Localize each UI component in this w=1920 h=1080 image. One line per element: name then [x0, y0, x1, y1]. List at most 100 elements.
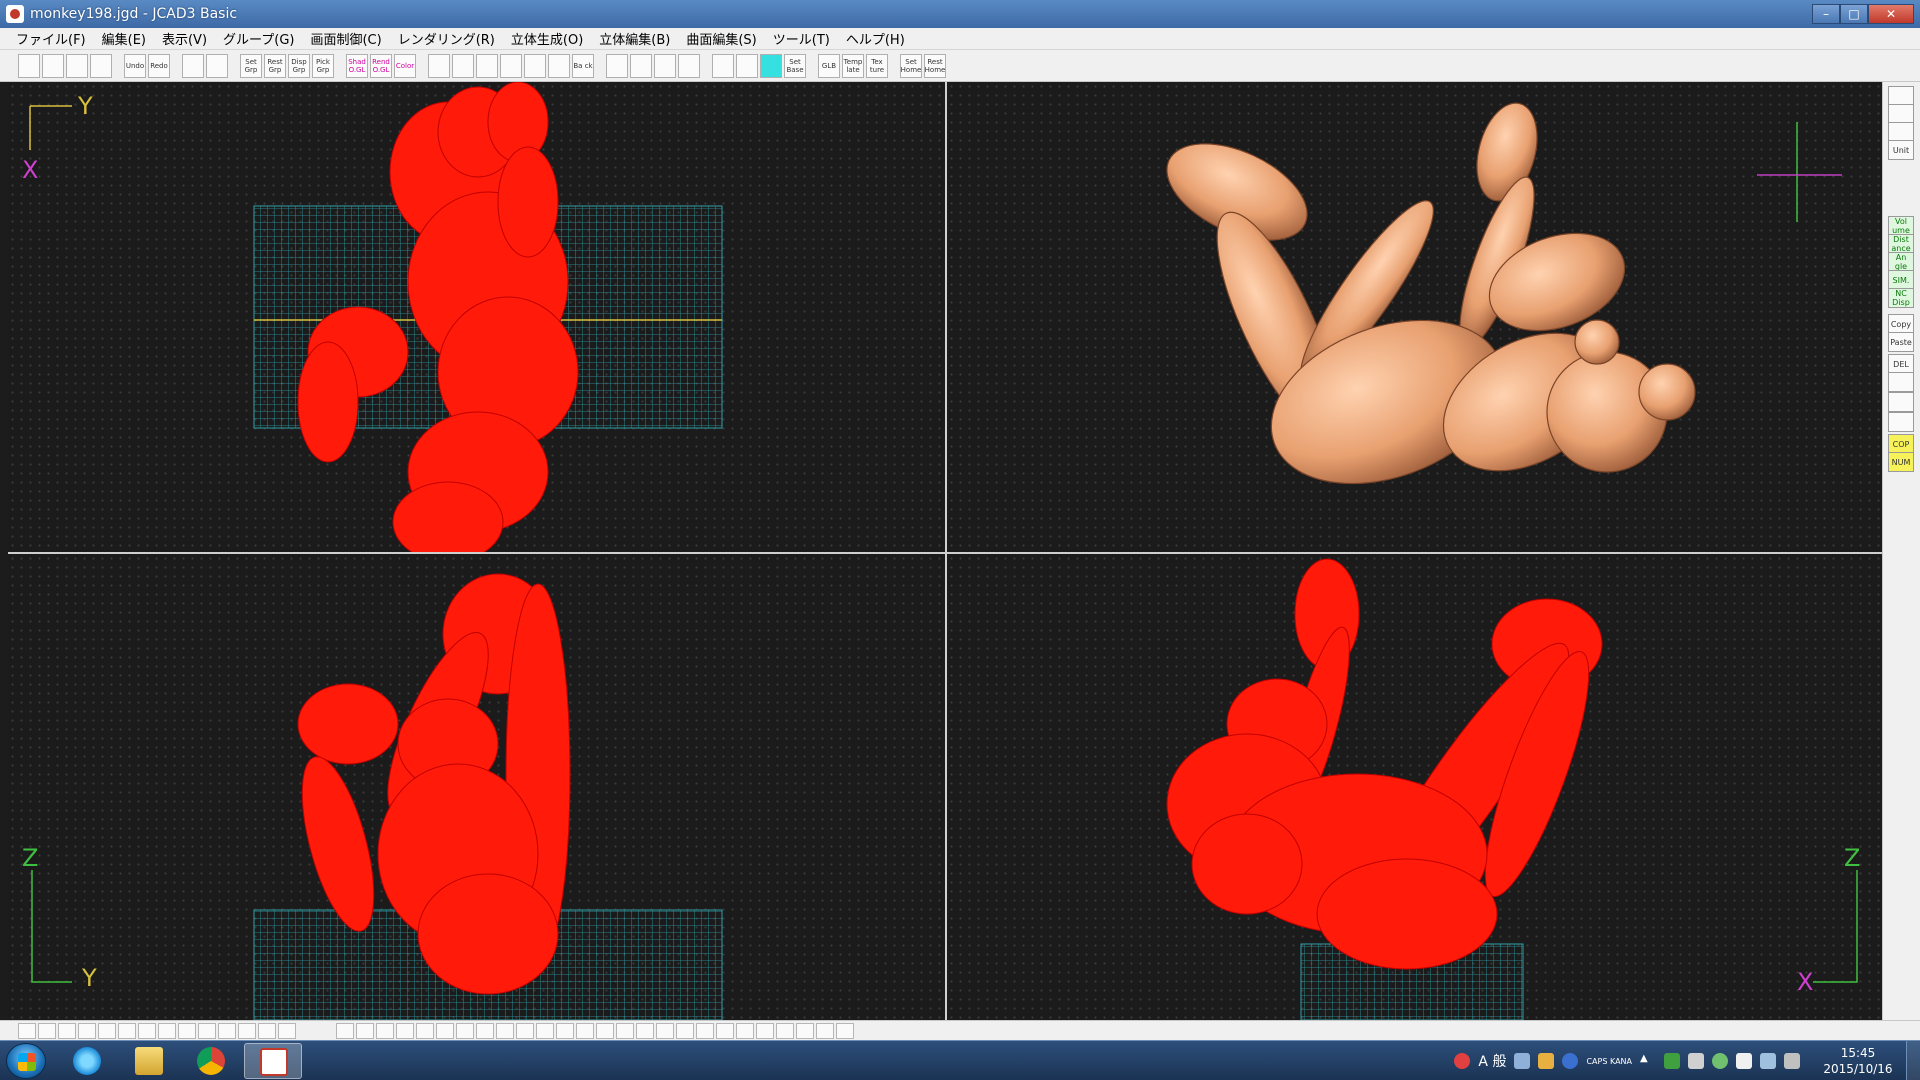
- nc-display-button[interactable]: NC Disp: [1888, 288, 1914, 308]
- bottom-tool-button[interactable]: [796, 1023, 814, 1039]
- bottom-tool-button[interactable]: [118, 1023, 136, 1039]
- bottom-tool-button[interactable]: [78, 1023, 96, 1039]
- clock[interactable]: 15:45 2015/10/16: [1810, 1045, 1906, 1077]
- print-button[interactable]: [90, 53, 112, 78]
- menu-solid-edit[interactable]: 立体編集(B): [591, 29, 678, 48]
- bottom-tool-button[interactable]: [336, 1023, 354, 1039]
- bottom-tool-button[interactable]: [616, 1023, 634, 1039]
- nvidia-icon[interactable]: [1664, 1053, 1680, 1069]
- volume-icon[interactable]: [1784, 1053, 1800, 1069]
- bottom-tool-button[interactable]: [138, 1023, 156, 1039]
- bottom-tool-button[interactable]: [38, 1023, 56, 1039]
- tray-expand-icon[interactable]: ▲: [1640, 1053, 1656, 1069]
- bottom-tool-button[interactable]: [676, 1023, 694, 1039]
- taskbar-internet-explorer[interactable]: [58, 1043, 116, 1079]
- taskbar-jcad3[interactable]: [244, 1043, 302, 1079]
- bottom-tool-button[interactable]: [736, 1023, 754, 1039]
- bottom-tool-button[interactable]: [436, 1023, 454, 1039]
- set-base-button[interactable]: Set Base: [784, 53, 806, 78]
- render-opengl-button[interactable]: Rend O.GL: [370, 53, 392, 78]
- viewport-divider-vertical[interactable]: [945, 82, 947, 1020]
- eye-button[interactable]: [1888, 86, 1914, 106]
- bottom-tool-button[interactable]: [356, 1023, 374, 1039]
- action-center-flag-icon[interactable]: [1736, 1053, 1752, 1069]
- template-button[interactable]: Temp late: [842, 53, 864, 78]
- viewport-side[interactable]: Z X: [947, 554, 1882, 1020]
- sync-icon[interactable]: [1712, 1053, 1728, 1069]
- shade-opengl-button[interactable]: Shad O.GL: [346, 53, 368, 78]
- taskbar-file-explorer[interactable]: [120, 1043, 178, 1079]
- network-alert-icon[interactable]: [1454, 1053, 1471, 1069]
- maximize-button[interactable]: □: [1840, 4, 1868, 24]
- zoom-window-button[interactable]: [500, 53, 522, 78]
- set-home-button[interactable]: Set Home: [900, 53, 922, 78]
- menu-edit[interactable]: 編集(E): [94, 29, 154, 48]
- bottom-tool-button[interactable]: [238, 1023, 256, 1039]
- global-button[interactable]: GLB: [818, 53, 840, 78]
- list-button[interactable]: [1888, 372, 1914, 392]
- redo-button[interactable]: Redo: [148, 53, 170, 78]
- pan-hand-button[interactable]: [548, 53, 570, 78]
- zoom-fit-button[interactable]: [476, 53, 498, 78]
- camera-button[interactable]: [1888, 104, 1914, 124]
- distance-button[interactable]: Dist ance: [1888, 234, 1914, 254]
- bottom-tool-button[interactable]: [756, 1023, 774, 1039]
- color-button[interactable]: Color: [394, 53, 416, 78]
- bottom-tool-button[interactable]: [18, 1023, 36, 1039]
- bottom-tool-button[interactable]: [516, 1023, 534, 1039]
- layers-button[interactable]: [1888, 122, 1914, 142]
- tree-button[interactable]: [1888, 392, 1914, 412]
- menu-tools[interactable]: ツール(T): [765, 29, 838, 48]
- rest-group-button[interactable]: Rest Grp: [264, 53, 286, 78]
- bottom-tool-button[interactable]: [816, 1023, 834, 1039]
- delete-button[interactable]: DEL: [1888, 354, 1914, 374]
- viewport-top[interactable]: Y X: [8, 82, 945, 552]
- zoom-all-button[interactable]: [524, 53, 546, 78]
- taskbar-chrome[interactable]: [182, 1043, 240, 1079]
- bottom-tool-button[interactable]: [556, 1023, 574, 1039]
- menu-surface-edit[interactable]: 曲面編集(S): [678, 29, 764, 48]
- bottom-tool-button[interactable]: [836, 1023, 854, 1039]
- bottom-tool-button[interactable]: [456, 1023, 474, 1039]
- bottom-tool-button[interactable]: [416, 1023, 434, 1039]
- bottom-tool-button[interactable]: [716, 1023, 734, 1039]
- bottom-tool-button[interactable]: [376, 1023, 394, 1039]
- volume-button[interactable]: Vol ume: [1888, 216, 1914, 236]
- windows-icon[interactable]: [1688, 1053, 1704, 1069]
- angle-button[interactable]: An gle: [1888, 252, 1914, 272]
- viewport-front[interactable]: Z Y: [8, 554, 945, 1020]
- zoom-red-in-button[interactable]: [606, 53, 628, 78]
- save-button[interactable]: [66, 53, 88, 78]
- menu-help[interactable]: ヘルプ(H): [838, 29, 913, 48]
- pick-group-button[interactable]: Pick Grp: [312, 53, 334, 78]
- zoom-in-button[interactable]: [428, 53, 450, 78]
- ime-tool-icon[interactable]: [1514, 1053, 1531, 1069]
- bottom-tool-button[interactable]: [596, 1023, 614, 1039]
- frame-button[interactable]: [678, 53, 700, 78]
- bottom-tool-button[interactable]: [198, 1023, 216, 1039]
- menu-screen-control[interactable]: 画面制御(C): [302, 29, 389, 48]
- open-folder-button[interactable]: [42, 53, 64, 78]
- zoom-out-button[interactable]: [452, 53, 474, 78]
- back-view-button[interactable]: Ba ck: [572, 53, 594, 78]
- bottom-tool-button[interactable]: [776, 1023, 794, 1039]
- menu-group[interactable]: グループ(G): [215, 29, 302, 48]
- unit-button[interactable]: Unit: [1888, 140, 1914, 160]
- properties-button[interactable]: [1888, 412, 1914, 432]
- new-file-button[interactable]: [18, 53, 40, 78]
- view-grid-button[interactable]: [206, 53, 228, 78]
- grid-fine-button[interactable]: [736, 53, 758, 78]
- bottom-tool-button[interactable]: [218, 1023, 236, 1039]
- view-quad-button[interactable]: [182, 53, 204, 78]
- bottom-tool-button[interactable]: [576, 1023, 594, 1039]
- sim-button[interactable]: SIM.: [1888, 270, 1914, 290]
- undo-button[interactable]: Undo: [124, 53, 146, 78]
- bottom-tool-button[interactable]: [158, 1023, 176, 1039]
- texture-button[interactable]: Tex ture: [866, 53, 888, 78]
- zoom-red-out-button[interactable]: [630, 53, 652, 78]
- menu-rendering[interactable]: レンダリング(R): [390, 29, 503, 48]
- bottom-tool-button[interactable]: [396, 1023, 414, 1039]
- bottom-tool-button[interactable]: [258, 1023, 276, 1039]
- cop-button[interactable]: COP: [1888, 434, 1914, 454]
- viewport-divider-horizontal[interactable]: [8, 552, 1882, 554]
